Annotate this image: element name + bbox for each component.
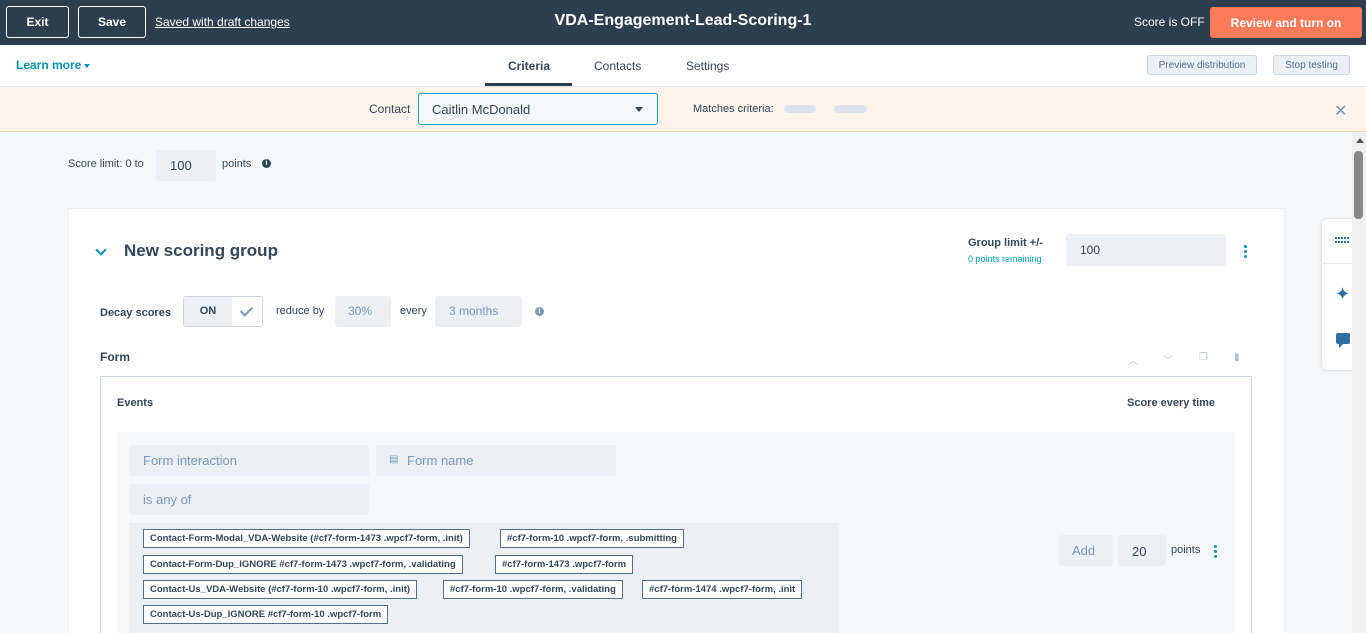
form-tags-box[interactable]: Contact-Form-Modal_VDA-Website (#cf7-for…	[129, 523, 839, 633]
contact-select[interactable]: Caitlin McDonald	[418, 93, 658, 125]
loading-placeholder	[784, 105, 816, 113]
preview-distribution-button[interactable]: Preview distribution	[1147, 55, 1257, 75]
stop-testing-button[interactable]: Stop testing	[1273, 55, 1350, 75]
trash-icon[interactable]: ▮	[1234, 352, 1240, 363]
form-icon: ▤	[389, 454, 399, 465]
event-type-select[interactable]: Form interaction	[129, 445, 369, 476]
learn-more-label: Learn more	[16, 58, 82, 72]
caret-down-icon	[84, 63, 91, 68]
dropdown-arrow-icon	[635, 107, 643, 112]
info-icon[interactable]: i	[262, 159, 271, 168]
decay-interval-select[interactable]: 3 months	[435, 296, 522, 327]
score-limit-value: 100	[170, 158, 192, 173]
active-tab-indicator	[485, 83, 572, 86]
scoring-group-title: New scoring group	[124, 241, 278, 260]
score-status: Score is OFF	[1134, 15, 1205, 29]
group-limit-label: Group limit +/-	[968, 237, 1043, 249]
score-mode-label: Score every time	[1127, 397, 1216, 409]
score-limit-input[interactable]: 100	[156, 150, 216, 181]
tab-bar: Learn more Criteria Contacts Settings Pr…	[0, 45, 1366, 87]
operator-select[interactable]: is any of	[129, 484, 369, 515]
chevron-down-icon[interactable]: ﹀	[1163, 352, 1173, 367]
group-limit-value: 100	[1080, 243, 1101, 257]
reduce-by-label: reduce by	[276, 305, 325, 317]
tab-contacts[interactable]: Contacts	[594, 59, 641, 73]
scrollbar-thumb[interactable]	[1354, 151, 1363, 219]
form-tag[interactable]: Contact-Form-Modal_VDA-Website (#cf7-for…	[143, 529, 470, 548]
property-value: Form name	[407, 453, 474, 468]
loading-placeholder	[834, 105, 867, 113]
sparkle-icon[interactable]: ✦	[1335, 284, 1350, 305]
score-limit-unit: points	[222, 158, 252, 170]
events-label: Events	[117, 397, 154, 409]
form-tag[interactable]: Contact-Form-Dup_IGNORE #cf7-form-1473 .…	[143, 555, 463, 574]
review-and-turn-on-button[interactable]: Review and turn on	[1210, 7, 1362, 38]
tab-criteria[interactable]: Criteria	[508, 59, 550, 73]
score-action-select[interactable]: Add	[1059, 535, 1113, 566]
scroll-up-icon[interactable]	[1356, 138, 1364, 143]
event-type-value: Form interaction	[143, 453, 237, 468]
every-label: every	[400, 305, 427, 317]
points-unit: points	[1171, 544, 1201, 556]
points-input[interactable]: 20	[1118, 535, 1166, 566]
form-tag[interactable]: Contact-Us-Dup_IGNORE #cf7-form-10 .wpcf…	[143, 605, 389, 624]
learn-more-dropdown[interactable]: Learn more	[16, 58, 91, 72]
save-button[interactable]: Save	[78, 6, 146, 38]
group-limit-input[interactable]: 100	[1066, 234, 1226, 266]
score-action-value: Add	[1072, 543, 1096, 558]
saved-status-link[interactable]: Saved with draft changes	[155, 15, 290, 29]
contact-test-banner: Contact Caitlin McDonald Matches criteri…	[0, 87, 1366, 132]
info-icon[interactable]: i	[535, 307, 544, 316]
top-bar: Exit Save Saved with draft changes VDA-E…	[0, 0, 1366, 45]
duplicate-icon[interactable]: ❐	[1199, 352, 1208, 363]
exit-button[interactable]: Exit	[6, 6, 69, 38]
reduce-by-value: 30%	[348, 304, 373, 318]
points-remaining: 0 points remaining	[968, 254, 1042, 264]
operator-value: is any of	[143, 492, 192, 507]
form-section-label: Form	[100, 350, 130, 364]
decay-toggle-state: ON	[184, 297, 232, 326]
contact-select-value: Caitlin McDonald	[432, 102, 531, 117]
tab-settings[interactable]: Settings	[686, 59, 729, 73]
close-icon[interactable]: ✕	[1334, 101, 1347, 121]
form-tag[interactable]: #cf7-form-1474 .wpcf7-form, .init	[642, 580, 803, 599]
score-limit-label: Score limit: 0 to	[68, 158, 144, 170]
check-icon	[239, 303, 254, 317]
reduce-by-input[interactable]: 30%	[335, 296, 391, 327]
points-value: 20	[1132, 544, 1147, 559]
matches-criteria-label: Matches criteria:	[693, 103, 774, 115]
more-options-icon[interactable]	[1244, 245, 1247, 260]
decay-scores-label: Decay scores	[100, 307, 171, 319]
form-tag[interactable]: #cf7-form-10 .wpcf7-form, .submitting	[500, 529, 684, 548]
more-options-icon[interactable]	[1214, 545, 1217, 560]
property-select[interactable]: ▤ Form name	[376, 445, 616, 476]
form-tag[interactable]: #cf7-form-10 .wpcf7-form, .validating	[443, 580, 623, 599]
chevron-up-icon[interactable]: ︿	[1128, 352, 1138, 367]
contact-label: Contact	[369, 102, 411, 116]
decay-toggle[interactable]: ON	[183, 296, 263, 327]
form-tag[interactable]: Contact-Us_VDA-Website (#cf7-form-10 .wp…	[143, 580, 418, 599]
chat-icon[interactable]	[1336, 333, 1350, 348]
decay-interval-value: 3 months	[449, 304, 499, 318]
grid-icon[interactable]	[1335, 237, 1352, 243]
form-tag[interactable]: #cf7-form-1473 .wpcf7-form	[495, 555, 634, 574]
